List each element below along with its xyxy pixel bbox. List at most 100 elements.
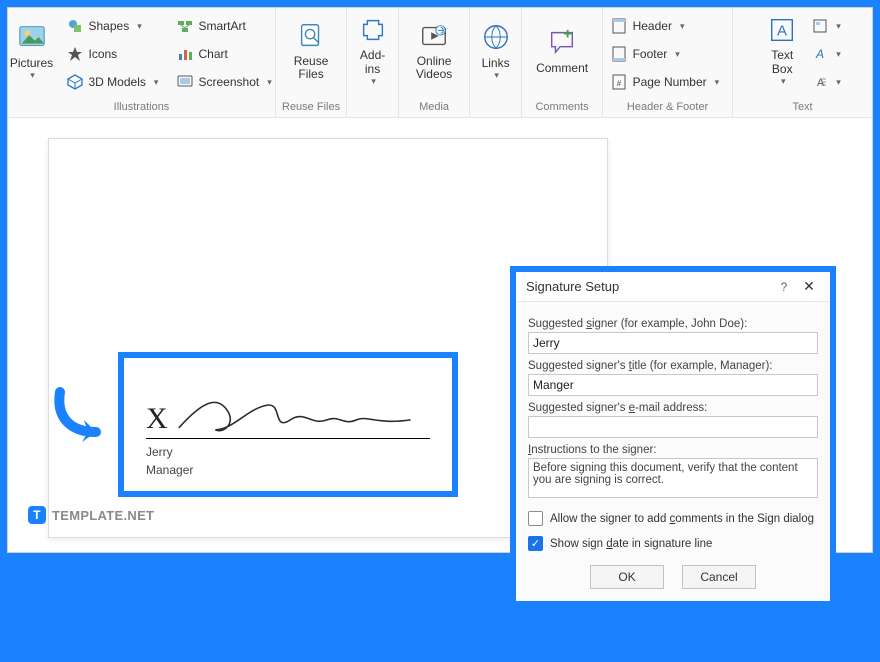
suggested-email-input[interactable] xyxy=(528,416,818,438)
chevron-down-icon: ▾ xyxy=(680,21,685,32)
footer-label: Footer xyxy=(633,47,668,61)
ok-button[interactable]: OK xyxy=(590,565,664,589)
watermark-text: TEMPLATE.NET xyxy=(52,508,154,523)
document-area: X Jerry Manager Signature Setup ? ✕ Sugg… xyxy=(8,120,872,538)
pictures-label: Pictures xyxy=(10,56,53,70)
group-label: Media xyxy=(419,99,449,117)
group-label: Text xyxy=(792,99,812,117)
text-box-button[interactable]: A Text Box▾ xyxy=(758,12,806,90)
screenshot-icon xyxy=(177,74,193,90)
checkbox-icon xyxy=(528,511,543,526)
addins-icon xyxy=(358,15,388,45)
chevron-down-icon: ▾ xyxy=(30,70,35,81)
checkbox-checked-icon: ✓ xyxy=(528,536,543,551)
dialog-close-button[interactable]: ✕ xyxy=(796,278,822,295)
chevron-down-icon: ▾ xyxy=(371,76,376,87)
comment-button[interactable]: Comment xyxy=(528,12,596,90)
show-date-label: Show sign date in signature line xyxy=(550,538,712,550)
smartart-icon xyxy=(177,18,193,34)
chart-button[interactable]: Chart xyxy=(173,42,279,66)
wordart-button[interactable]: A▾ xyxy=(808,42,845,66)
dialog-titlebar: Signature Setup ? ✕ xyxy=(516,272,830,302)
shapes-button[interactable]: Shapes ▾ xyxy=(63,14,169,38)
group-label: Comments xyxy=(535,99,588,117)
instructions-textarea[interactable] xyxy=(528,458,818,498)
quick-parts-icon xyxy=(812,18,828,34)
signature-line-block[interactable]: X Jerry Manager xyxy=(118,352,458,497)
cube-icon xyxy=(67,74,83,90)
suggested-signer-label: Suggested signer (for example, John Doe)… xyxy=(528,318,818,330)
group-comments: Comment Comments xyxy=(522,8,603,117)
ribbon: Pictures ▾ Shapes ▾ Icons 3D Models▾ xyxy=(8,8,872,118)
group-media: Online Videos Media xyxy=(399,8,470,117)
word-window: Pictures ▾ Shapes ▾ Icons 3D Models▾ xyxy=(7,7,873,553)
drop-cap-icon: A xyxy=(812,74,828,90)
page-number-button[interactable]: # Page Number▾ xyxy=(607,70,729,94)
instructions-label: Instructions to the signer: xyxy=(528,444,818,456)
chevron-down-icon: ▾ xyxy=(836,49,841,60)
shapes-icon xyxy=(67,18,83,34)
suggested-title-label: Suggested signer's title (for example, M… xyxy=(528,360,818,372)
icons-label: Icons xyxy=(89,47,118,61)
online-videos-label: Online Videos xyxy=(416,55,452,81)
signature-suggested-title: Manager xyxy=(146,463,430,477)
links-label: Links xyxy=(482,56,510,70)
dialog-title: Signature Setup xyxy=(526,279,772,294)
suggested-title-input[interactable] xyxy=(528,374,818,396)
group-label: Illustrations xyxy=(114,99,170,117)
chevron-down-icon: ▾ xyxy=(836,21,841,32)
signature-x-label: X xyxy=(146,402,168,436)
footer-button[interactable]: Footer▾ xyxy=(607,42,729,66)
handwritten-signature-icon xyxy=(174,390,430,436)
pagenum-label: Page Number xyxy=(633,75,707,89)
pagenum-icon: # xyxy=(611,74,627,90)
quick-parts-button[interactable]: ▾ xyxy=(808,14,845,38)
allow-comments-checkbox[interactable]: Allow the signer to add comments in the … xyxy=(528,511,818,526)
reuse-files-button[interactable]: Reuse Files xyxy=(282,12,340,90)
header-button[interactable]: Header ▾ xyxy=(607,14,729,38)
chevron-down-icon: ▾ xyxy=(781,76,786,87)
chevron-down-icon: ▾ xyxy=(836,77,841,88)
pictures-button[interactable]: Pictures ▾ xyxy=(3,12,61,90)
header-label: Header xyxy=(633,19,672,33)
signature-rule xyxy=(146,438,430,439)
wordart-icon: A xyxy=(812,46,828,62)
chevron-down-icon: ▾ xyxy=(137,21,142,32)
shapes-label: Shapes xyxy=(89,19,130,33)
watermark-icon: T xyxy=(28,506,46,524)
reuse-files-icon xyxy=(296,21,326,51)
screenshot-label: Screenshot xyxy=(199,75,260,89)
cancel-button[interactable]: Cancel xyxy=(682,565,756,589)
addins-label: Add- ins xyxy=(360,49,385,75)
dialog-help-button[interactable]: ? xyxy=(772,280,796,294)
online-videos-button[interactable]: Online Videos xyxy=(405,12,463,90)
text-box-label: Text Box xyxy=(771,49,793,75)
suggested-email-label: Suggested signer's e-mail address: xyxy=(528,402,818,414)
annotation-arrow-icon xyxy=(612,598,692,662)
comment-icon xyxy=(547,27,577,57)
icons-icon xyxy=(67,46,83,62)
drop-cap-button[interactable]: A▾ xyxy=(808,70,845,94)
links-button[interactable]: Links▾ xyxy=(472,12,520,90)
group-label: Reuse Files xyxy=(282,99,340,117)
footer-icon xyxy=(611,46,627,62)
svg-text:A: A xyxy=(815,47,824,61)
show-date-checkbox[interactable]: ✓ Show sign date in signature line xyxy=(528,536,818,551)
group-links: Links▾ xyxy=(470,8,522,117)
svg-text:#: # xyxy=(616,79,621,88)
chart-icon xyxy=(177,46,193,62)
group-header-footer: Header▾ Footer▾ # Page Number▾ Header & … xyxy=(603,8,733,117)
group-reuse-files: Reuse Files Reuse Files xyxy=(276,8,347,117)
addins-button[interactable]: Add- ins▾ xyxy=(349,12,397,90)
svg-text:A: A xyxy=(777,23,787,40)
group-illustrations: Pictures ▾ Shapes ▾ Icons 3D Models▾ xyxy=(8,8,276,117)
suggested-signer-input[interactable] xyxy=(528,332,818,354)
reuse-files-label: Reuse Files xyxy=(294,55,329,81)
icons-button[interactable]: Icons xyxy=(63,42,169,66)
smartart-button[interactable]: SmartArt xyxy=(173,14,279,38)
screenshot-button[interactable]: Screenshot▾ xyxy=(173,70,279,94)
pictures-icon xyxy=(17,22,47,52)
text-box-icon: A xyxy=(767,15,797,45)
smartart-label: SmartArt xyxy=(199,19,246,33)
3d-models-button[interactable]: 3D Models▾ xyxy=(63,70,169,94)
